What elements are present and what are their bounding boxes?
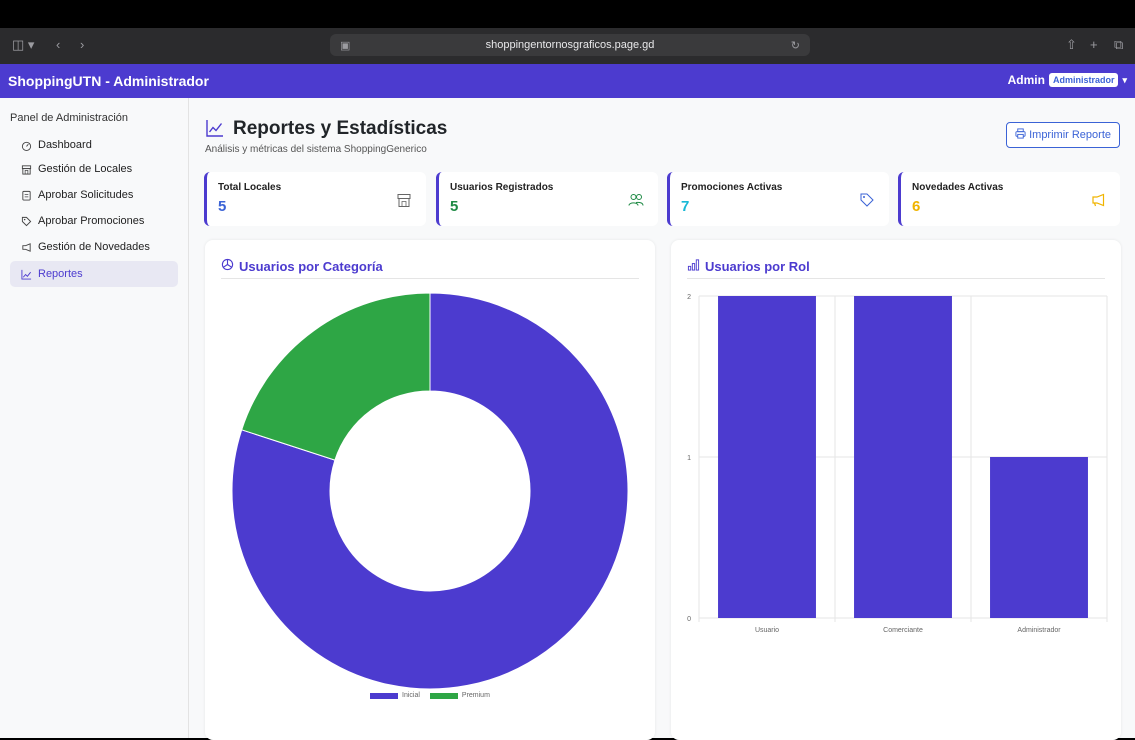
browser-chrome: ◫ ▾ ‹ › ▣ shoppingentornosgraficos.page.… (0, 0, 1135, 64)
donut-slice-premium[interactable] (241, 292, 431, 461)
chart-line-icon (205, 118, 225, 138)
sidebar-title: Panel de Administración (10, 112, 129, 124)
reload-icon[interactable]: ↻ (791, 39, 800, 52)
url-bar[interactable]: ▣ shoppingentornosgraficos.page.gd ↻ (330, 34, 810, 56)
back-icon[interactable]: ‹ (56, 37, 60, 52)
stat-card-promociones: Promociones Activas 7 (667, 172, 889, 226)
panel-users-by-category: Usuarios por Categoría Inicial Premium (205, 240, 655, 740)
stat-value: 7 (681, 198, 690, 215)
panel-title: Usuarios por Categoría (221, 258, 383, 274)
donut-chart (231, 292, 629, 690)
sidebar-item-label: Gestión de Locales (38, 163, 133, 175)
speedometer-icon (20, 139, 32, 151)
brand-title[interactable]: ShoppingUTN - Administrador (8, 73, 209, 89)
print-report-button[interactable]: Imprimir Reporte (1006, 122, 1120, 148)
stat-label: Novedades Activas (912, 182, 1004, 193)
stat-value: 6 (912, 198, 921, 215)
megaphone-icon (1090, 192, 1106, 208)
sidebar-item-label: Dashboard (38, 139, 92, 151)
panel-divider (687, 278, 1105, 279)
sidebar-toggle-icon[interactable]: ◫ ▾ (12, 37, 34, 53)
tag-icon (859, 192, 875, 208)
new-tab-icon[interactable]: + (1090, 37, 1098, 52)
panel-users-by-role: Usuarios por Rol 0 1 2 Usuario Comerciante Ad… (671, 240, 1121, 740)
y-tick-label: 2 (687, 294, 691, 301)
clipboard-icon (20, 189, 32, 201)
x-tick-label: Administrador (1017, 627, 1061, 634)
forward-icon[interactable]: › (80, 37, 84, 52)
legend-swatch-premium[interactable] (429, 692, 458, 699)
shop-icon (396, 192, 412, 208)
donut-legend: Inicial Premium (370, 692, 490, 699)
user-name: Admin (1007, 73, 1045, 87)
shop-icon (20, 163, 32, 175)
x-tick-label: Usuario (755, 627, 779, 634)
sidebar-item-label: Reportes (38, 268, 83, 280)
stat-card-usuarios: Usuarios Registrados 5 (436, 172, 658, 226)
tag-icon (20, 215, 32, 227)
browser-toolbar: ◫ ▾ ‹ › ▣ shoppingentornosgraficos.page.… (0, 28, 1135, 64)
chevron-down-icon: ▾ (1122, 74, 1127, 85)
stat-card-total-locales: Total Locales 5 (204, 172, 426, 226)
role-badge: Administrador (1048, 73, 1119, 87)
printer-icon (1015, 128, 1026, 142)
y-tick-label: 1 (687, 455, 691, 462)
bar-comerciante[interactable] (854, 296, 952, 618)
page-title: Reportes y Estadísticas (233, 118, 448, 139)
stat-card-novedades: Novedades Activas 6 (898, 172, 1120, 226)
stat-value: 5 (218, 198, 227, 215)
legend-label-premium: Premium (461, 692, 490, 699)
people-icon (628, 192, 644, 208)
panel-title-text: Usuarios por Categoría (239, 258, 383, 274)
sidebar-item-dashboard[interactable]: Dashboard (10, 132, 178, 158)
bar-chart: 0 1 2 Usuario Comerciante Administrador (687, 294, 1108, 634)
navbar: ShoppingUTN - Administrador Admin Admini… (0, 64, 1135, 98)
pie-chart-icon (221, 258, 234, 274)
chart-line-icon (20, 268, 32, 280)
stat-value: 5 (450, 198, 459, 215)
bar-usuario[interactable] (718, 296, 816, 618)
tab-overview-icon[interactable]: ⧉ (1114, 37, 1123, 53)
bar-chart-icon (687, 258, 700, 274)
sidebar-item-label: Aprobar Promociones (38, 215, 145, 227)
sidebar: Panel de Administración Dashboard Gestió… (0, 98, 189, 738)
share-icon[interactable]: ⇧ (1066, 37, 1077, 53)
page-subtitle: Análisis y métricas del sistema Shopping… (205, 144, 427, 155)
sidebar-item-reportes[interactable]: Reportes (10, 261, 178, 287)
sidebar-item-locales[interactable]: Gestión de Locales (10, 156, 178, 182)
print-report-label: Imprimir Reporte (1029, 129, 1111, 141)
main-content: Reportes y Estadísticas Análisis y métri… (189, 98, 1135, 740)
panel-divider (221, 278, 639, 279)
sidebar-item-novedades[interactable]: Gestión de Novedades (10, 234, 178, 260)
megaphone-icon (20, 241, 32, 253)
sidebar-item-label: Aprobar Solicitudes (38, 189, 134, 201)
x-tick-label: Comerciante (883, 627, 923, 634)
panel-title-text: Usuarios por Rol (705, 258, 810, 274)
panel-title: Usuarios por Rol (687, 258, 810, 274)
stat-label: Promociones Activas (681, 182, 783, 193)
legend-swatch-inicial[interactable] (370, 692, 398, 699)
user-menu[interactable]: Admin Administrador ▾ (1008, 73, 1127, 87)
stat-label: Usuarios Registrados (450, 182, 554, 193)
sidebar-item-solicitudes[interactable]: Aprobar Solicitudes (10, 182, 178, 208)
legend-label-inicial: Inicial (402, 692, 420, 699)
sidebar-item-promociones[interactable]: Aprobar Promociones (10, 208, 178, 234)
sidebar-item-label: Gestión de Novedades (38, 241, 150, 253)
site-info-icon[interactable]: ▣ (340, 39, 350, 52)
stat-label: Total Locales (218, 182, 282, 193)
bar-administrador[interactable] (990, 457, 1088, 618)
url-text: shoppingentornosgraficos.page.gd (485, 39, 655, 51)
y-tick-label: 0 (687, 616, 691, 623)
